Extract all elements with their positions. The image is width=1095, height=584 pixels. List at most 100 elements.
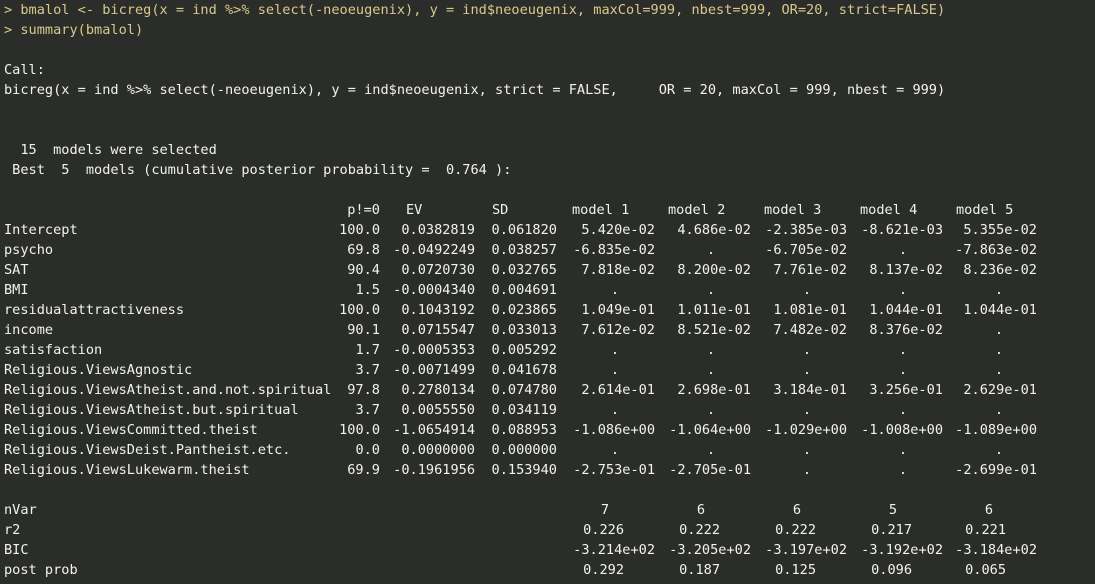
cell-p-nonzero: 3.7 — [355, 402, 380, 418]
summary-model-5: 0.221 — [965, 522, 1006, 538]
cell-p-nonzero: 90.1 — [347, 322, 380, 338]
table-row: satisfaction 1.7 -0.0005353 0.005292..... — [4, 340, 1095, 360]
summary-model-5: 0.065 — [965, 562, 1006, 578]
row-variable-name: SAT — [4, 262, 29, 278]
cell-sd: 0.000000 — [491, 442, 557, 458]
cell-p-nonzero: 0.0 — [355, 442, 380, 458]
summary-row: post prob 0.292 0.187 0.125 0.096 0.065 — [4, 560, 1095, 580]
cell-sd: 0.005292 — [491, 342, 557, 358]
cell-model-2: 2.698e-01 — [677, 382, 751, 398]
cell-sd: 0.088953 — [491, 422, 557, 438]
cell-ev: 0.0000000 — [401, 442, 475, 458]
cell-sd: 0.038257 — [491, 242, 557, 258]
cell-sd: 0.074780 — [491, 382, 557, 398]
cell-model-5: -2.699e-01 — [955, 462, 1037, 478]
cell-model-1: . — [610, 282, 620, 298]
summary-model-2: 0.187 — [679, 562, 720, 578]
cell-model-4: 8.137e-02 — [869, 262, 943, 278]
cell-model-1: . — [610, 402, 620, 418]
header-sd: SD — [492, 202, 509, 218]
cell-model-4: -1.008e+00 — [861, 422, 943, 438]
cell-model-2: 4.686e-02 — [677, 222, 751, 238]
cell-sd: 0.023865 — [491, 302, 557, 318]
cell-ev: 0.1043192 — [401, 302, 475, 318]
cell-model-2: . — [706, 402, 716, 418]
cell-ev: -0.0492249 — [393, 242, 475, 258]
model-summary-table: nVar 7 6 6 5 6 r2 0.226 0.222 0.222 0.217 0.221 BIC -… — [4, 500, 1095, 580]
cell-p-nonzero: 1.5 — [355, 282, 380, 298]
summary-row: r2 0.226 0.222 0.222 0.217 0.221 — [4, 520, 1095, 540]
header-model-2: model 2 — [668, 202, 726, 218]
cell-model-1: -6.835e-02 — [573, 242, 655, 258]
summary-row-label: BIC — [4, 542, 29, 558]
cell-sd: 0.004691 — [491, 282, 557, 298]
cell-model-5: -7.863e-02 — [955, 242, 1037, 258]
table-row: Religious.ViewsLukewarm.theist 69.9 -0.196… — [4, 460, 1095, 480]
cell-model-2: -1.064e+00 — [669, 422, 751, 438]
command-line-summary[interactable]: > summary(bmalol) — [4, 20, 1095, 40]
cell-model-5: -1.089e+00 — [955, 422, 1037, 438]
header-model-3: model 3 — [764, 202, 822, 218]
cell-model-3: . — [802, 402, 812, 418]
cell-sd: 0.061820 — [491, 222, 557, 238]
cell-model-5: 1.044e-01 — [963, 302, 1037, 318]
header-model-1: model 1 — [572, 202, 630, 218]
row-variable-name: Religious.ViewsAtheist.but.spiritual — [4, 402, 299, 418]
coefficient-table: Intercept 100.0 0.0382819 0.061820 5.420e-02… — [4, 220, 1095, 480]
summary-model-1: 0.226 — [583, 522, 624, 538]
summary-model-2: 6 — [696, 502, 706, 518]
summary-model-5: 6 — [984, 502, 994, 518]
cell-model-4: . — [898, 462, 908, 478]
cell-model-3: -6.705e-02 — [765, 242, 847, 258]
table-row: SAT 90.4 0.0720730 0.032765 7.818e-02 8.200e-… — [4, 260, 1095, 280]
cell-model-1: . — [610, 342, 620, 358]
cell-model-1: . — [610, 362, 620, 378]
cell-model-5: 8.236e-02 — [963, 262, 1037, 278]
cell-model-4: . — [898, 442, 908, 458]
cell-model-3: . — [802, 282, 812, 298]
summary-model-1: 7 — [600, 502, 610, 518]
cell-ev: 0.0715547 — [401, 322, 475, 338]
cell-model-4: 3.256e-01 — [869, 382, 943, 398]
row-variable-name: psycho — [4, 242, 54, 258]
cell-model-3: 7.482e-02 — [773, 322, 847, 338]
summary-model-3: 0.222 — [775, 522, 816, 538]
cell-model-4: . — [898, 282, 908, 298]
cell-model-5: . — [994, 322, 1004, 338]
cell-model-5: . — [994, 402, 1004, 418]
row-variable-name: Religious.ViewsAgnostic — [4, 362, 193, 378]
cell-model-5: . — [994, 342, 1004, 358]
cell-model-3: . — [802, 342, 812, 358]
summary-row-label: nVar — [4, 502, 37, 518]
summary-model-3: -3.197e+02 — [765, 542, 847, 558]
row-variable-name: income — [4, 322, 54, 338]
cell-model-2: 1.011e-01 — [677, 302, 751, 318]
cell-model-4: 8.376e-02 — [869, 322, 943, 338]
call-header: Call: — [4, 62, 45, 78]
cell-ev: -0.0004340 — [393, 282, 475, 298]
cell-model-3: 1.081e-01 — [773, 302, 847, 318]
cell-p-nonzero: 100.0 — [339, 222, 380, 238]
cell-p-nonzero: 69.9 — [347, 462, 380, 478]
table-row: Religious.ViewsAtheist.and.not.spiritual… — [4, 380, 1095, 400]
cell-ev: 0.0382819 — [401, 222, 475, 238]
cell-p-nonzero: 69.8 — [347, 242, 380, 258]
cell-sd: 0.034119 — [491, 402, 557, 418]
header-ev: EV — [406, 202, 423, 218]
cell-p-nonzero: 100.0 — [339, 422, 380, 438]
command-line-bicreg[interactable]: > bmalol <- bicreg(x = ind %>% select(-n… — [4, 0, 1095, 20]
cell-ev: 0.0055550 — [401, 402, 475, 418]
summary-model-2: 0.222 — [679, 522, 720, 538]
cell-model-5: . — [994, 442, 1004, 458]
cell-model-4: . — [898, 402, 908, 418]
cell-model-5: . — [994, 362, 1004, 378]
cell-model-4: 1.044e-01 — [869, 302, 943, 318]
table-row: Religious.ViewsDeist.Pantheist.etc. 0.0 0.… — [4, 440, 1095, 460]
cell-ev: -0.0005353 — [393, 342, 475, 358]
summary-model-4: 0.217 — [871, 522, 912, 538]
table-row: psycho 69.8 -0.0492249 0.038257 -6.835e-02. -… — [4, 240, 1095, 260]
summary-row: BIC -3.214e+02 -3.205e+02 -3.197e+02 -3.192e… — [4, 540, 1095, 560]
